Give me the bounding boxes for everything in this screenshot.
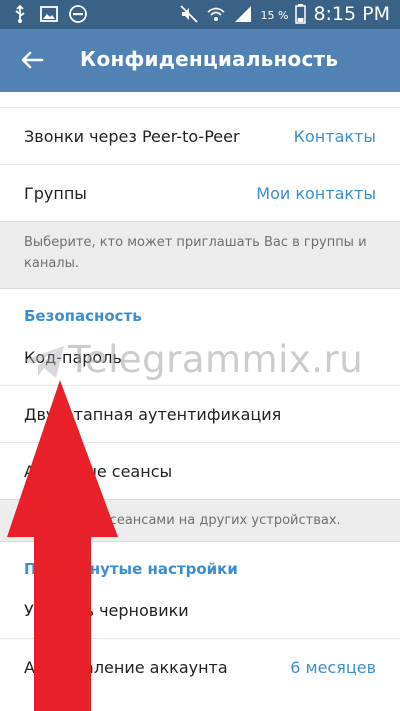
active-sessions-row[interactable]: Активные сеансы — [0, 443, 400, 499]
sessions-hint: Управление сеансами на других устройства… — [0, 499, 400, 542]
advanced-section-title: Продвинутые настройки — [24, 560, 238, 578]
passcode-row[interactable]: Код-пароль — [0, 329, 400, 385]
account-self-destruct-label: Автоудаление аккаунта — [24, 657, 228, 677]
dnd-icon — [68, 4, 88, 24]
delete-drafts-row[interactable]: Удалить черновики — [0, 582, 400, 638]
page-title: Конфиденциальность — [80, 47, 339, 71]
active-sessions-label: Активные сеансы — [24, 461, 173, 481]
account-self-destruct-row[interactable]: Автоудаление аккаунта 6 месяцев — [0, 639, 400, 695]
groups-value: Мои контакты — [256, 183, 376, 203]
two-step-row[interactable]: Двухэтапная аутентификация — [0, 386, 400, 442]
image-icon — [39, 4, 59, 24]
status-bar-left — [10, 4, 88, 24]
groups-row[interactable]: Группы Мои контакты — [0, 165, 400, 221]
battery-percent: 15 % — [260, 9, 289, 22]
list-top-padding — [0, 92, 400, 107]
usb-icon — [10, 4, 30, 24]
groups-label: Группы — [24, 183, 87, 203]
security-section-title: Безопасность — [24, 307, 142, 325]
action-bar: Конфиденциальность — [0, 29, 400, 92]
back-arrow-icon[interactable] — [18, 46, 46, 74]
signal-icon — [233, 4, 253, 24]
status-bar-right: 15 % 8:15 PM — [179, 3, 390, 25]
delete-drafts-label: Удалить черновики — [24, 600, 189, 620]
clock: 8:15 PM — [313, 3, 390, 25]
account-self-destruct-value: 6 месяцев — [290, 657, 376, 677]
status-bar: 15 % 8:15 PM — [0, 0, 400, 29]
passcode-label: Код-пароль — [24, 347, 122, 367]
wifi-icon — [206, 4, 226, 24]
calls-p2p-label: Звонки через Peer-to-Peer — [24, 126, 240, 146]
battery-icon — [295, 4, 307, 24]
settings-list: Звонки через Peer-to-Peer Контакты Групп… — [0, 92, 400, 695]
calls-p2p-value: Контакты — [293, 126, 376, 146]
two-step-label: Двухэтапная аутентификация — [24, 404, 282, 424]
mute-icon — [179, 4, 199, 24]
calls-p2p-row[interactable]: Звонки через Peer-to-Peer Контакты — [0, 108, 400, 164]
groups-hint: Выберите, кто может приглашать Вас в гру… — [0, 221, 400, 289]
